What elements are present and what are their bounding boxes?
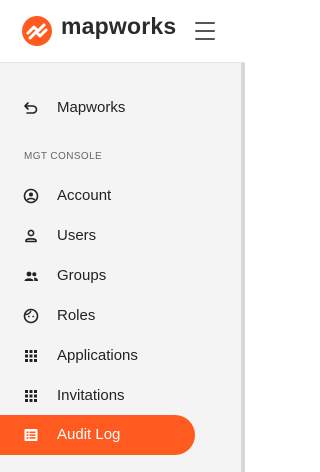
nav-item-label: Audit Log: [57, 426, 121, 443]
back-link-label: Mapworks: [57, 99, 126, 116]
list-icon: [23, 427, 39, 443]
nav-item-invitations[interactable]: Invitations: [0, 376, 195, 416]
face-icon: [23, 308, 39, 324]
app-header: mapworks: [0, 0, 245, 63]
apps-grid-icon: [23, 348, 39, 364]
nav-item-label: Account: [57, 187, 112, 204]
mapworks-logo-icon: [22, 16, 52, 46]
account-circle-icon: [23, 188, 39, 204]
user-icon: [23, 228, 39, 244]
nav-item-label: Users: [57, 227, 97, 244]
apps-grid-icon: [23, 388, 39, 404]
nav-item-roles[interactable]: Roles: [0, 296, 195, 336]
nav-item-groups[interactable]: Groups: [0, 256, 195, 296]
back-to-mapworks-link[interactable]: Mapworks: [0, 88, 195, 128]
section-label: MGT CONSOLE: [24, 151, 103, 162]
hamburger-icon[interactable]: [193, 22, 217, 40]
nav-item-users[interactable]: Users: [0, 216, 195, 256]
back-arrow-icon: [23, 100, 39, 116]
group-icon: [23, 268, 39, 284]
nav-item-label: Roles: [57, 307, 96, 324]
nav-item-audit-log[interactable]: Audit Log: [0, 415, 195, 455]
nav-item-applications[interactable]: Applications: [0, 336, 195, 376]
nav-item-account[interactable]: Account: [0, 176, 195, 216]
brand-name: mapworks: [61, 13, 177, 39]
nav-item-label: Applications: [57, 347, 138, 364]
nav-item-label: Invitations: [57, 387, 125, 404]
nav-item-label: Groups: [57, 267, 107, 284]
sidebar-scrollbar[interactable]: [241, 63, 245, 472]
